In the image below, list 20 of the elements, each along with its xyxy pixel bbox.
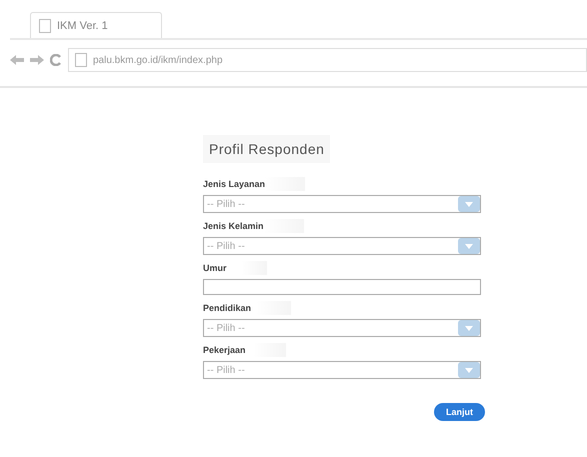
next-button[interactable]: Lanjut — [434, 403, 485, 421]
field-label: Jenis Kelamin — [203, 219, 304, 233]
form-title: Profil Responden — [203, 135, 330, 163]
field-label: Jenis Layanan — [203, 177, 306, 191]
input-field[interactable] — [203, 279, 481, 295]
field-label: Pekerjaan — [203, 343, 286, 357]
select-field[interactable]: -- Pilih -- — [203, 237, 481, 255]
page-icon — [75, 53, 87, 67]
reload-icon[interactable] — [50, 54, 62, 66]
forward-icon[interactable] — [30, 54, 44, 66]
field-label: Umur — [203, 261, 267, 275]
select-field[interactable]: -- Pilih -- — [203, 361, 481, 379]
field-label: Pendidikan — [203, 301, 292, 315]
back-icon[interactable] — [10, 54, 24, 66]
select-field[interactable]: -- Pilih -- — [203, 195, 481, 213]
page-icon — [39, 18, 51, 32]
browser-tab[interactable]: IKM Ver. 1 — [30, 12, 162, 38]
tab-title: IKM Ver. 1 — [57, 20, 108, 32]
address-bar[interactable]: palu.bkm.go.id/ikm/index.php — [68, 48, 587, 72]
select-field[interactable]: -- Pilih -- — [203, 319, 481, 337]
